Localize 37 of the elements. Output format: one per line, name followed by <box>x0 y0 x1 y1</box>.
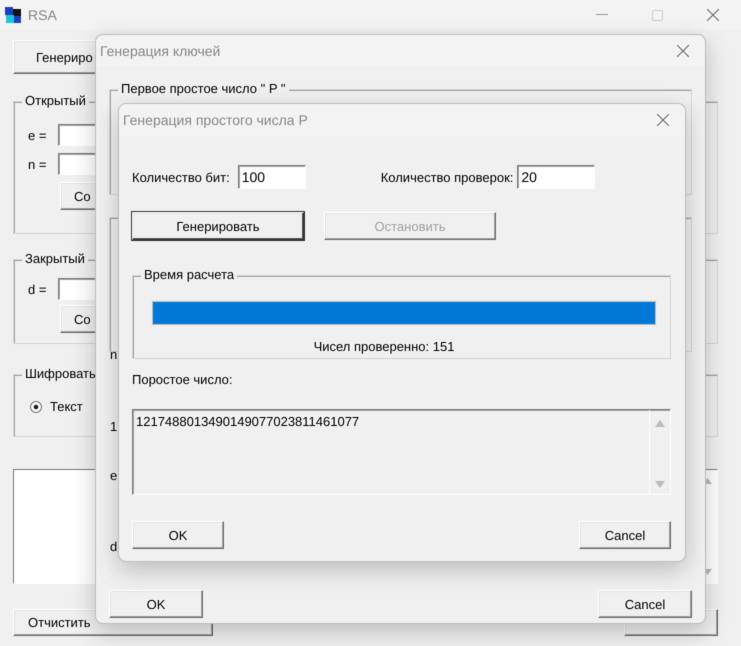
ok-button[interactable]: OK <box>132 521 224 549</box>
minimize-icon[interactable] <box>596 14 608 16</box>
radio-button[interactable] <box>30 400 42 412</box>
cancel-button[interactable]: Cancel <box>598 590 692 618</box>
input-field[interactable]: 100 <box>238 165 306 189</box>
result-number: 1217488013490149077023811461077 <box>135 413 360 431</box>
scroll-down-icon[interactable] <box>655 481 665 488</box>
result-label: Поростое число: <box>132 372 234 387</box>
group-title: Открытый <box>22 93 89 108</box>
progress-caption: Чисел проверенно: 151 <box>314 339 454 354</box>
generate-button[interactable]: Генерировать <box>132 212 304 240</box>
maximize-icon[interactable] <box>652 10 663 20</box>
input-field[interactable]: 20 <box>517 165 596 189</box>
ok-button[interactable]: OK <box>109 590 203 618</box>
dialog-title: Генерация простого числа P <box>123 112 308 128</box>
field-label: d = <box>28 282 48 296</box>
formula-text: 1 <box>110 420 118 434</box>
close-icon[interactable] <box>657 114 669 126</box>
radio-label: Текст <box>50 399 83 414</box>
result-text-area[interactable]: 1217488013490149077023811461077 <box>132 409 671 495</box>
dialog-title: Генерация ключей <box>100 43 220 59</box>
field-label: Количество проверок: <box>380 170 514 184</box>
group-title: Первое простое число " P " <box>118 81 289 96</box>
cubes-icon <box>4 6 22 24</box>
formula-text: d <box>110 540 118 554</box>
cancel-button[interactable]: Cancel <box>579 521 671 549</box>
close-icon[interactable] <box>707 9 719 21</box>
group-title: Закрытый <box>22 251 88 266</box>
field-label: Количество бит: <box>132 170 230 184</box>
window-title: RSA <box>28 7 57 23</box>
formula-text: n <box>110 348 118 362</box>
close-icon[interactable] <box>677 45 689 57</box>
formula-text: e <box>110 469 118 483</box>
group-title: Время расчета <box>141 267 238 282</box>
field-label: n = <box>28 156 48 172</box>
field-label: e = <box>28 128 48 142</box>
scroll-up-icon[interactable] <box>655 420 665 427</box>
